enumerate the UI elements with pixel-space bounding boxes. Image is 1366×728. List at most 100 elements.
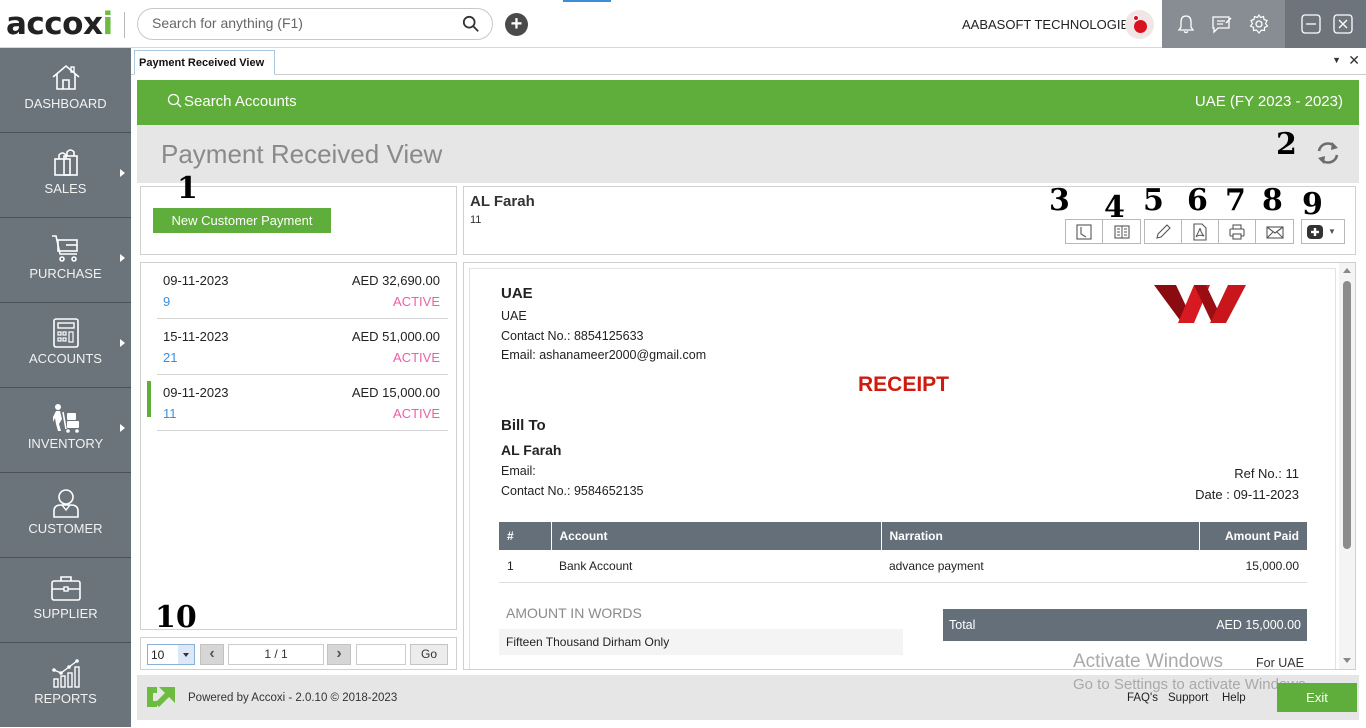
more-actions-button[interactable]: ▼ [1302,220,1344,243]
chevron-down-icon[interactable] [178,645,194,664]
callout-5: 5 [1143,183,1164,218]
faq-link[interactable]: FAQ's [1127,692,1158,704]
search-icon [167,93,182,108]
company-name: AABASOFT TECHNOLOGIES [962,17,1138,32]
user-avatar[interactable] [1125,10,1154,39]
scroll-down-icon[interactable] [1343,658,1351,663]
tab-list-dropdown-icon[interactable]: ▼ [1332,55,1341,65]
calculator-icon [53,318,79,348]
total-row: Total AED 15,000.00 [943,609,1307,641]
more-actions-dropdown[interactable]: ▼ [1301,219,1345,244]
column-header: Amount Paid [1199,522,1307,550]
minimize-icon[interactable] [1301,14,1321,34]
company-address: UAE [501,309,527,323]
global-search[interactable] [137,8,493,40]
email-button[interactable] [1256,220,1293,243]
go-button[interactable]: Go [410,644,448,665]
gear-icon[interactable] [1248,13,1270,35]
company-selector[interactable]: AABASOFT TECHNOLOGIES▶ [962,17,1149,32]
search-icon[interactable] [462,15,480,33]
payment-ref: 11 [470,214,482,226]
status-badge: ACTIVE [393,350,440,365]
history-button[interactable] [1066,220,1103,243]
add-icon[interactable]: + [505,13,528,36]
scroll-thumb[interactable] [1343,281,1351,549]
sidebar-label: SALES [44,181,87,196]
selection-indicator [147,381,151,417]
goto-page-input[interactable] [356,644,406,665]
company-name: UAE [501,285,533,302]
callout-4: 4 [1104,190,1125,225]
payment-date: 09-11-2023 [163,273,229,288]
callout-3: 3 [1049,183,1070,218]
column-header: # [499,522,552,550]
support-link[interactable]: Support [1168,692,1208,704]
sidebar-item-customer[interactable]: CUSTOMER [0,473,131,558]
status-badge: ACTIVE [393,406,440,421]
sidebar-item-supplier[interactable]: SUPPLIER [0,558,131,643]
list-item-selected[interactable]: 09-11-2023 AED 15,000.00 11 ACTIVE [147,375,448,431]
callout-9: 9 [1302,187,1323,222]
receipt-scrollbar[interactable] [1339,263,1355,669]
status-badge: ACTIVE [393,294,440,309]
sidebar-label: PURCHASE [29,266,102,281]
callout-10: 10 [155,600,197,635]
header-icon-group [1162,0,1285,48]
new-customer-payment-button[interactable]: New Customer Payment [153,208,331,233]
account-header-bar: Search Accounts UAE (FY 2023 - 2023) [137,80,1359,125]
close-icon[interactable] [1333,14,1353,34]
search-accounts-button[interactable]: Search Accounts [167,93,297,110]
list-item[interactable]: 09-11-2023 AED 32,690.00 9 ACTIVE [157,263,448,319]
bill-to-contact: Contact No.: 9584652135 [501,484,644,498]
next-page-button[interactable]: › [327,644,351,665]
cart-icon [52,235,78,262]
tab-payment-received-view[interactable]: Payment Received View [134,50,276,75]
refresh-icon[interactable] [1313,138,1343,168]
search-accounts-label: Search Accounts [184,93,297,110]
ledger-icon [1113,224,1130,239]
print-icon [1229,223,1245,240]
edit-button[interactable] [1145,220,1182,243]
submenu-arrow-icon [120,424,125,432]
receipt-table: # Account Narration Amount Paid 1 Bank A… [499,522,1307,583]
sidebar-item-inventory[interactable]: INVENTORY [0,388,131,473]
sidebar-item-sales[interactable]: SALES [0,133,131,218]
pdf-button[interactable] [1182,220,1219,243]
sidebar-label: ACCOUNTS [29,351,102,366]
company-contact: Contact No.: 8854125633 [501,329,644,343]
payment-list: 09-11-2023 AED 32,690.00 9 ACTIVE 15-11-… [140,262,457,630]
sidebar-item-dashboard[interactable]: DASHBOARD [0,48,131,133]
page-size-select[interactable]: 10 [147,644,195,665]
pagination: 10 ‹ 1 / 1 › Go [140,637,457,670]
bill-to-label: Bill To [501,417,546,434]
help-link[interactable]: Help [1222,692,1246,704]
list-item[interactable]: 15-11-2023 AED 51,000.00 21 ACTIVE [157,319,448,375]
column-header: Narration [881,522,1200,550]
page-title: Payment Received View [161,139,443,169]
total-label: Total [949,618,976,632]
sidebar-item-reports[interactable]: REPORTS [0,643,131,728]
sidebar-item-accounts[interactable]: ACCOUNTS [0,303,131,388]
prev-page-button[interactable]: ‹ [200,644,224,665]
message-icon[interactable] [1211,13,1233,35]
more-actions-icon [1307,224,1323,239]
global-search-input[interactable] [152,15,452,31]
cell-amount: 15,000.00 [1199,550,1307,583]
powered-by-text: Powered by Accoxi - 2.0.10 © 2018-2023 [188,692,398,704]
logo-divider [124,12,125,38]
bell-icon[interactable] [1175,13,1197,35]
cell-index: 1 [499,550,551,583]
scroll-up-icon[interactable] [1343,268,1351,273]
payment-amount: AED 32,690.00 [351,273,440,288]
sidebar-label: INVENTORY [27,436,104,451]
cell-narration: advance payment [881,550,1199,583]
sidebar-label: SUPPLIER [33,606,98,621]
exit-button[interactable]: Exit [1277,683,1357,712]
chart-icon [52,659,80,688]
table-row: 1 Bank Account advance payment 15,000.00 [499,550,1307,583]
tab-close-icon[interactable]: ✕ [1348,52,1360,69]
sidebar-item-purchase[interactable]: PURCHASE [0,218,131,303]
print-button[interactable] [1219,220,1256,243]
callout-1: 1 [177,171,198,206]
activation-watermark-subtitle: Go to Settings to activate Windows. [1073,676,1310,693]
